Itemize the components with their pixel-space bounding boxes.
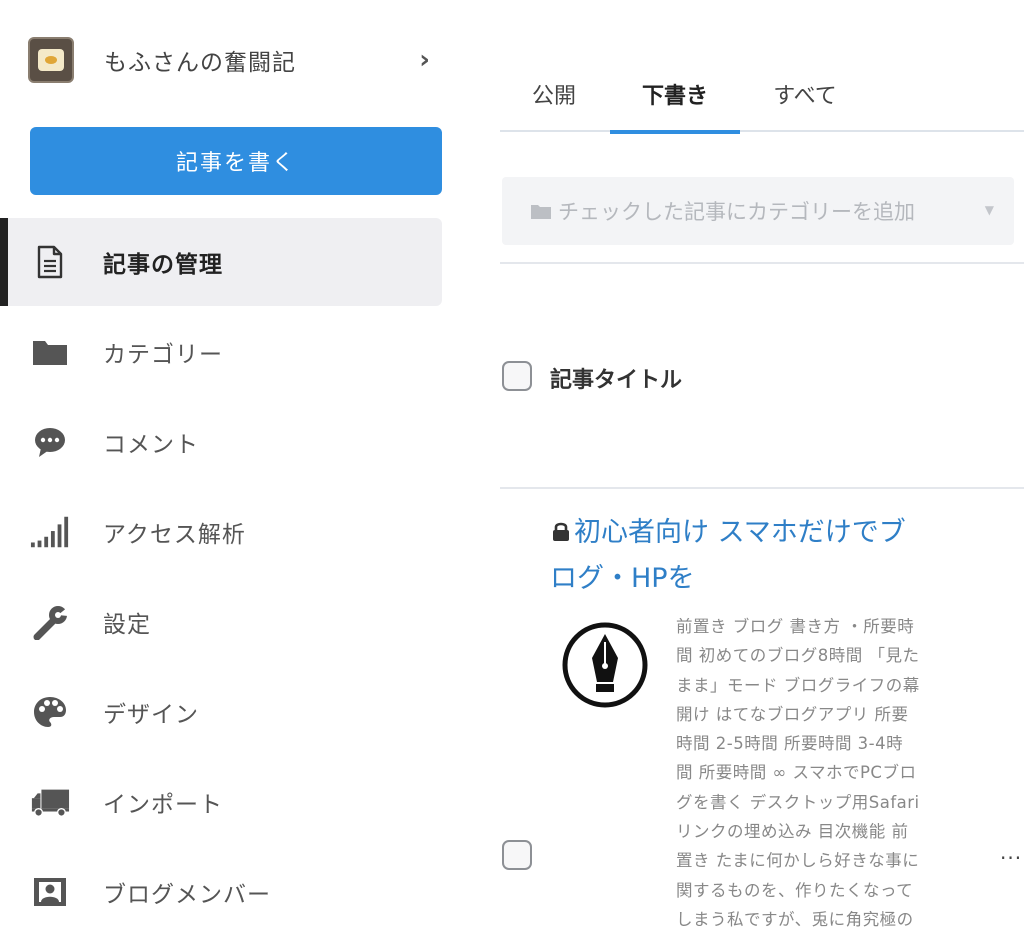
blog-switcher[interactable]: もふさんの奮闘記 › — [28, 36, 440, 84]
member-card-icon — [30, 874, 70, 910]
wrench-icon — [30, 604, 70, 640]
tab-drafts[interactable]: 下書き — [610, 78, 740, 134]
sidebar-item-import[interactable]: インポート — [0, 758, 442, 846]
palette-icon — [30, 694, 70, 730]
lock-icon — [550, 511, 572, 541]
excerpt-line: 間 初めてのブログ8時間 「見た — [676, 646, 920, 666]
sidebar-item-label: アクセス解析 — [103, 522, 246, 548]
sidebar-item-label: 記事の管理 — [103, 252, 223, 278]
folder-icon — [530, 203, 552, 220]
sidebar-item-label: デザイン — [103, 702, 199, 728]
sidebar-item-article-management[interactable]: 記事の管理 — [0, 218, 442, 306]
excerpt-line: 時間 2-5時間 所要時間 3-4時 — [676, 734, 904, 754]
blog-name: もふさんの奮闘記 — [104, 50, 296, 76]
add-category-label: チェックした記事にカテゴリーを追加 — [558, 200, 915, 224]
comment-icon — [30, 424, 70, 460]
excerpt-line: 関するものを、作りたくなって — [676, 880, 914, 900]
article-title-link[interactable]: 初心者向け スマホだけでブ ログ・HPを — [550, 510, 950, 602]
chevron-right-icon: › — [419, 45, 430, 75]
article-list-panel: 公開 下書き すべて チェックした記事にカテゴリーを追加 ▼ 記事タイトル 初心… — [500, 0, 1024, 943]
excerpt-line: しまう私ですが、兎に角究極の — [676, 909, 914, 929]
sidebar-item-label: ブログメンバー — [103, 882, 271, 908]
signal-bars-icon — [30, 514, 70, 550]
sidebar-item-blog-members[interactable]: ブログメンバー — [0, 848, 442, 936]
excerpt-line: 前置き ブログ 書き方 ・所要時 — [676, 617, 915, 636]
tab-published[interactable]: 公開 — [526, 78, 582, 132]
select-all-checkbox[interactable] — [502, 361, 532, 391]
truck-icon — [30, 784, 70, 820]
pen-nib-icon — [562, 622, 648, 708]
app-root: もふさんの奮闘記 › 記事を書く 記事の管理 カテゴリー コメント アクセス解析… — [0, 0, 1024, 943]
excerpt-line: 置き たまに何かしら好きな事に — [676, 851, 920, 871]
sidebar-item-category[interactable]: カテゴリー — [0, 308, 442, 396]
divider — [500, 262, 1024, 264]
sidebar-item-label: インポート — [103, 792, 223, 818]
article-title-line: ログ・HPを — [550, 563, 695, 594]
sidebar-item-label: 設定 — [103, 612, 151, 638]
sidebar-item-access-analytics[interactable]: アクセス解析 — [0, 488, 442, 576]
article-thumbnail — [560, 620, 650, 710]
excerpt-line: 開け はてなブログアプリ 所要 — [676, 704, 909, 724]
sidebar-item-settings[interactable]: 設定 — [0, 578, 442, 666]
column-header-title: 記事タイトル — [550, 368, 683, 393]
add-category-select[interactable]: チェックした記事にカテゴリーを追加 ▼ — [502, 177, 1014, 245]
article-checkbox[interactable] — [502, 840, 532, 870]
excerpt-line: グを書く デスクトップ用Safari — [676, 792, 920, 812]
sidebar-item-design[interactable]: デザイン — [0, 668, 442, 756]
sidebar-item-label: カテゴリー — [103, 342, 223, 368]
more-options-icon[interactable]: ... — [1000, 840, 1022, 864]
excerpt-line: 間 所要時間 ∞ スマホでPCブロ — [676, 763, 917, 783]
folder-icon — [30, 334, 70, 370]
sidebar-item-label: コメント — [103, 432, 199, 458]
status-tabs: 公開 下書き すべて — [500, 60, 1024, 134]
article-excerpt: 前置き ブログ 書き方 ・所要時 間 初めてのブログ8時間 「見た まま」モード… — [676, 612, 956, 934]
excerpt-line: リンクの埋め込み 目次機能 前 — [676, 822, 909, 842]
blog-avatar — [28, 37, 74, 83]
write-article-button[interactable]: 記事を書く — [30, 127, 442, 195]
sidebar: もふさんの奮闘記 › 記事を書く 記事の管理 カテゴリー コメント アクセス解析… — [0, 0, 450, 943]
article-title-line: 初心者向け スマホだけでブ — [574, 517, 906, 548]
document-icon — [30, 244, 70, 280]
divider — [500, 487, 1024, 489]
caret-down-icon: ▼ — [984, 203, 994, 217]
sidebar-item-comment[interactable]: コメント — [0, 398, 442, 486]
excerpt-line: まま」モード ブログライフの幕 — [676, 675, 920, 695]
tab-all[interactable]: すべて — [768, 78, 842, 132]
